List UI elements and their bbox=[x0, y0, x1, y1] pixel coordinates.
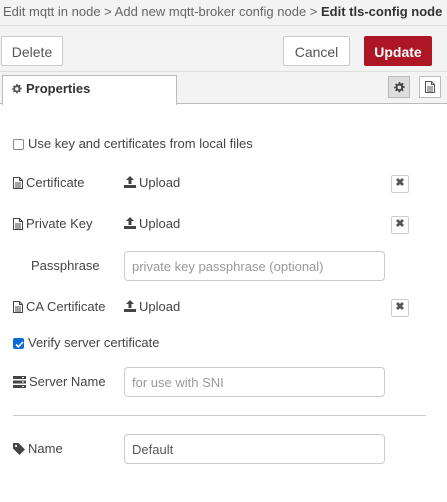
local-files-label: Use key and certificates from local file… bbox=[28, 136, 253, 151]
section-divider bbox=[13, 415, 426, 416]
breadcrumb-separator: > bbox=[306, 4, 321, 19]
ca-certificate-label-wrap: CA Certificate bbox=[13, 299, 105, 314]
passphrase-label: Passphrase bbox=[31, 258, 100, 273]
settings-tab-button[interactable] bbox=[388, 76, 410, 98]
certificate-label: Certificate bbox=[26, 175, 85, 190]
name-label-wrap: Name bbox=[13, 441, 63, 456]
local-files-checkbox[interactable] bbox=[13, 139, 24, 150]
private-key-upload-button[interactable]: Upload bbox=[124, 216, 180, 231]
file-text-icon bbox=[425, 81, 435, 93]
verify-server-label: Verify server certificate bbox=[28, 335, 160, 350]
gear-icon bbox=[11, 83, 22, 94]
upload-icon bbox=[124, 300, 136, 312]
private-key-clear-button[interactable]: ✖ bbox=[391, 216, 409, 234]
server-name-label-wrap: Server Name bbox=[13, 374, 106, 389]
certificate-label-wrap: Certificate bbox=[13, 175, 85, 190]
file-icon bbox=[13, 177, 23, 189]
breadcrumb-item-mqtt-in[interactable]: Edit mqtt in node bbox=[3, 4, 101, 19]
tab-properties-label: Properties bbox=[26, 81, 91, 96]
ca-certificate-clear-button[interactable]: ✖ bbox=[391, 299, 409, 317]
breadcrumb-current: Edit tls-config node bbox=[321, 4, 443, 19]
gear-icon bbox=[394, 81, 405, 93]
ca-certificate-label: CA Certificate bbox=[26, 299, 106, 314]
name-label: Name bbox=[28, 441, 63, 456]
file-icon bbox=[13, 218, 23, 230]
upload-icon bbox=[124, 217, 136, 229]
certificate-clear-button[interactable]: ✖ bbox=[391, 175, 409, 193]
update-button[interactable]: Update bbox=[364, 36, 432, 66]
tab-bar: Properties bbox=[0, 72, 447, 105]
ca-certificate-upload-button[interactable]: Upload bbox=[124, 299, 180, 314]
certificate-upload-label: Upload bbox=[139, 175, 181, 190]
certificate-upload-button[interactable]: Upload bbox=[124, 175, 180, 190]
tab-properties[interactable]: Properties bbox=[2, 75, 177, 105]
private-key-label: Private Key bbox=[26, 216, 93, 231]
passphrase-input[interactable] bbox=[124, 251, 385, 281]
breadcrumb-separator: > bbox=[100, 4, 115, 19]
file-icon bbox=[13, 301, 23, 313]
breadcrumb-item-mqtt-broker[interactable]: Add new mqtt-broker config node bbox=[115, 4, 307, 19]
upload-icon bbox=[124, 176, 136, 188]
dialog-toolbar: Delete Cancel Update bbox=[0, 26, 447, 72]
cancel-button[interactable]: Cancel bbox=[283, 36, 350, 66]
tag-icon bbox=[13, 443, 25, 455]
verify-server-checkbox[interactable] bbox=[13, 338, 24, 349]
server-icon bbox=[13, 376, 26, 388]
description-tab-button[interactable] bbox=[419, 76, 441, 98]
delete-button[interactable]: Delete bbox=[1, 36, 63, 66]
server-name-input[interactable] bbox=[124, 367, 385, 397]
server-name-label: Server Name bbox=[29, 374, 106, 389]
checkmark-icon bbox=[15, 341, 24, 348]
name-input[interactable] bbox=[124, 434, 385, 464]
private-key-upload-label: Upload bbox=[139, 216, 181, 231]
breadcrumb: Edit mqtt in node > Add new mqtt-broker … bbox=[0, 0, 447, 26]
ca-certificate-upload-label: Upload bbox=[139, 299, 181, 314]
private-key-label-wrap: Private Key bbox=[13, 216, 92, 231]
